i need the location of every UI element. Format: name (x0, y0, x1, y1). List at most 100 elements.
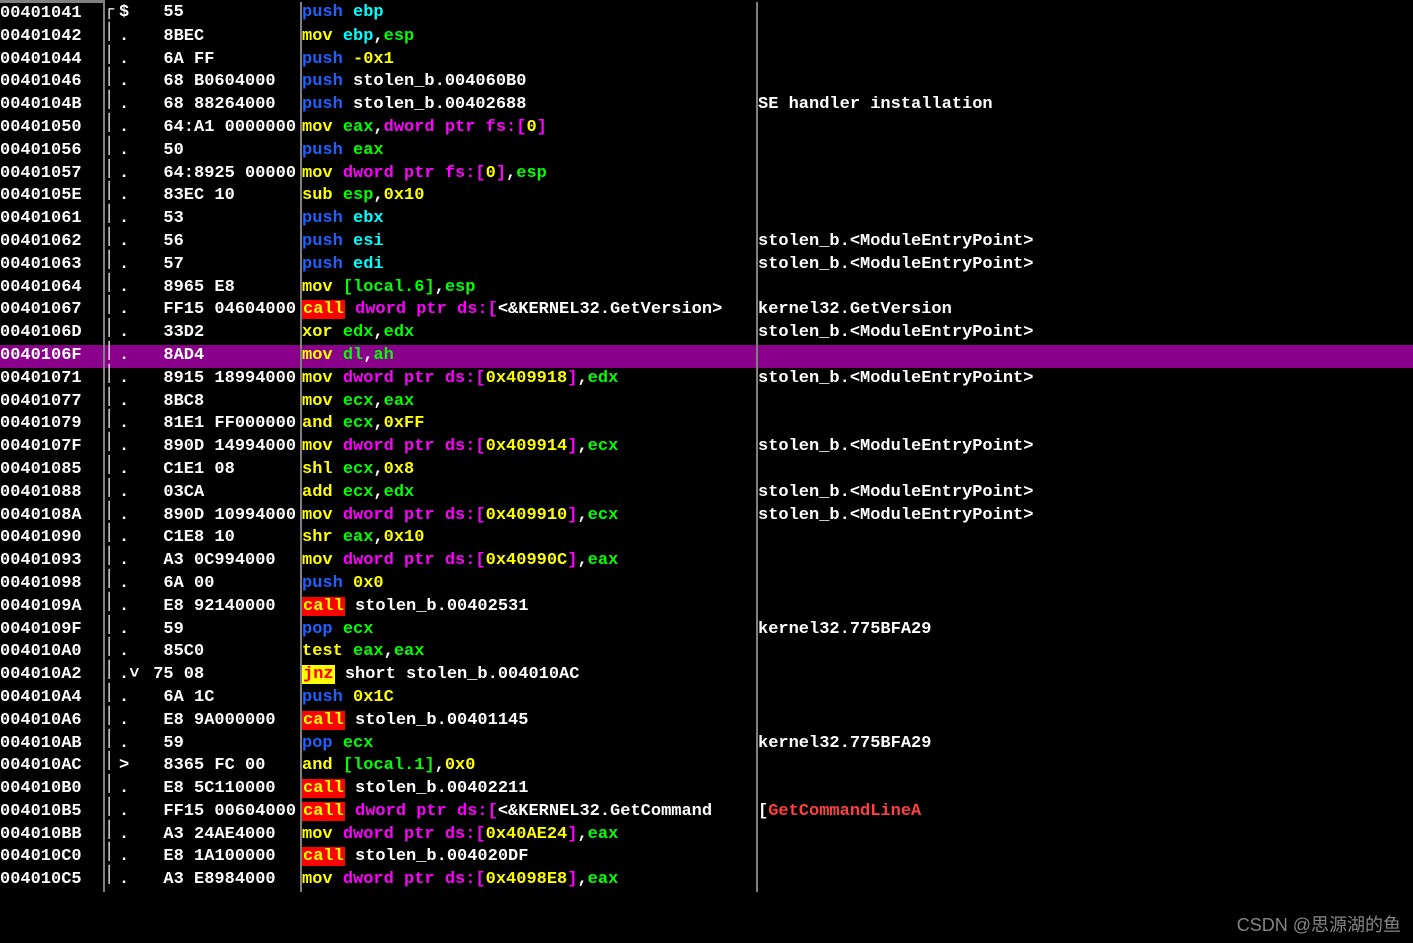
disassembly-cell[interactable]: and [local.1],0x0 (301, 755, 757, 778)
disasm-row[interactable]: 00401079│. 81E1 FF000000and ecx,0xFF (0, 413, 1413, 436)
hex-bytes-cell[interactable]: E8 1A100000 (143, 846, 301, 869)
hex-bytes-cell[interactable]: E8 92140000 (143, 596, 301, 619)
address-cell[interactable]: 0040104B (0, 94, 104, 117)
address-cell[interactable]: 004010B0 (0, 778, 104, 801)
comment-cell[interactable] (757, 140, 1413, 163)
hex-bytes-cell[interactable]: 64:A1 0000000 (143, 117, 301, 140)
hex-bytes-cell[interactable]: E8 5C110000 (143, 778, 301, 801)
disassembly-cell[interactable]: push esi (301, 231, 757, 254)
address-cell[interactable]: 004010AB (0, 733, 104, 756)
hex-bytes-cell[interactable]: 50 (143, 140, 301, 163)
address-cell[interactable]: 00401098 (0, 573, 104, 596)
address-cell[interactable]: 00401063 (0, 254, 104, 277)
comment-cell[interactable] (757, 710, 1413, 733)
address-cell[interactable]: 00401071 (0, 368, 104, 391)
disassembly-table[interactable]: 00401041┌$ 55push ebp00401042│. 8BECmov … (0, 0, 1413, 892)
address-cell[interactable]: 004010C5 (0, 869, 104, 892)
hex-bytes-cell[interactable]: 6A 00 (143, 573, 301, 596)
hex-bytes-cell[interactable]: 8BEC (143, 26, 301, 49)
address-cell[interactable]: 0040109A (0, 596, 104, 619)
disasm-row[interactable]: 0040109A│. E8 92140000call stolen_b.0040… (0, 596, 1413, 619)
disassembly-cell[interactable]: mov dword ptr ds:[0x409910],ecx (301, 505, 757, 528)
disassembly-cell[interactable]: mov dword ptr ds:[0x40AE24],eax (301, 824, 757, 847)
comment-cell[interactable] (757, 185, 1413, 208)
comment-cell[interactable] (757, 391, 1413, 414)
hex-bytes-cell[interactable]: 890D 10994000 (143, 505, 301, 528)
comment-cell[interactable] (757, 824, 1413, 847)
address-cell[interactable]: 004010BB (0, 824, 104, 847)
address-cell[interactable]: 00401088 (0, 482, 104, 505)
address-cell[interactable]: 0040106D (0, 322, 104, 345)
comment-cell[interactable] (757, 49, 1413, 72)
comment-cell[interactable]: stolen_b.<ModuleEntryPoint> (757, 231, 1413, 254)
disasm-row[interactable]: 00401071│. 8915 18994000mov dword ptr ds… (0, 368, 1413, 391)
hex-bytes-cell[interactable]: C1E1 08 (143, 459, 301, 482)
comment-cell[interactable] (757, 573, 1413, 596)
comment-cell[interactable] (757, 527, 1413, 550)
address-cell[interactable]: 004010A6 (0, 710, 104, 733)
disassembly-cell[interactable]: mov ebp,esp (301, 26, 757, 49)
disassembly-cell[interactable]: push ebx (301, 208, 757, 231)
address-cell[interactable]: 0040106F (0, 345, 104, 368)
disassembly-cell[interactable]: shl ecx,0x8 (301, 459, 757, 482)
disassembly-cell[interactable]: mov [local.6],esp (301, 277, 757, 300)
address-cell[interactable]: 00401077 (0, 391, 104, 414)
address-cell[interactable]: 0040109F (0, 619, 104, 642)
disasm-row[interactable]: 00401093│. A3 0C994000mov dword ptr ds:[… (0, 550, 1413, 573)
address-cell[interactable]: 00401061 (0, 208, 104, 231)
address-cell[interactable]: 0040105E (0, 185, 104, 208)
hex-bytes-cell[interactable]: E8 9A000000 (143, 710, 301, 733)
disassembly-cell[interactable]: shr eax,0x10 (301, 527, 757, 550)
comment-cell[interactable] (757, 26, 1413, 49)
disasm-row[interactable]: 00401062│. 56push esistolen_b.<ModuleEnt… (0, 231, 1413, 254)
comment-cell[interactable]: stolen_b.<ModuleEntryPoint> (757, 505, 1413, 528)
comment-cell[interactable] (757, 345, 1413, 368)
hex-bytes-cell[interactable]: A3 24AE4000 (143, 824, 301, 847)
comment-cell[interactable]: stolen_b.<ModuleEntryPoint> (757, 436, 1413, 459)
address-cell[interactable]: 004010C0 (0, 846, 104, 869)
hex-bytes-cell[interactable]: 85C0 (143, 641, 301, 664)
disasm-row[interactable]: 00401044│. 6A FFpush -0x1 (0, 49, 1413, 72)
disasm-row[interactable]: 00401063│. 57push edistolen_b.<ModuleEnt… (0, 254, 1413, 277)
disasm-row[interactable]: 00401042│. 8BECmov ebp,esp (0, 26, 1413, 49)
hex-bytes-cell[interactable]: 03CA (143, 482, 301, 505)
address-cell[interactable]: 004010A0 (0, 641, 104, 664)
address-cell[interactable]: 00401044 (0, 49, 104, 72)
hex-bytes-cell[interactable]: C1E8 10 (143, 527, 301, 550)
hex-bytes-cell[interactable]: 8365 FC 00 (143, 755, 301, 778)
disasm-row[interactable]: 004010A6│. E8 9A000000call stolen_b.0040… (0, 710, 1413, 733)
disassembly-cell[interactable]: mov dword ptr fs:[0],esp (301, 163, 757, 186)
hex-bytes-cell[interactable]: 75 08 (143, 664, 301, 687)
disasm-row[interactable]: 004010A2│.˅ 75 08jnz short stolen_b.0040… (0, 664, 1413, 687)
disasm-row[interactable]: 00401041┌$ 55push ebp (0, 2, 1413, 26)
disassembly-cell[interactable]: push eax (301, 140, 757, 163)
address-cell[interactable]: 00401079 (0, 413, 104, 436)
disasm-row[interactable]: 0040106D│. 33D2xor edx,edxstolen_b.<Modu… (0, 322, 1413, 345)
disassembly-cell[interactable]: call stolen_b.004020DF (301, 846, 757, 869)
hex-bytes-cell[interactable]: 59 (143, 619, 301, 642)
disassembly-cell[interactable]: mov ecx,eax (301, 391, 757, 414)
disassembly-cell[interactable]: jnz short stolen_b.004010AC (301, 664, 757, 687)
comment-cell[interactable]: kernel32.775BFA29 (757, 619, 1413, 642)
comment-cell[interactable]: stolen_b.<ModuleEntryPoint> (757, 254, 1413, 277)
disasm-row[interactable]: 004010B0│. E8 5C110000call stolen_b.0040… (0, 778, 1413, 801)
disasm-row[interactable]: 00401050│. 64:A1 0000000mov eax,dword pt… (0, 117, 1413, 140)
disasm-row[interactable]: 004010AB│. 59pop ecxkernel32.775BFA29 (0, 733, 1413, 756)
comment-cell[interactable] (757, 596, 1413, 619)
disassembly-cell[interactable]: call stolen_b.00401145 (301, 710, 757, 733)
hex-bytes-cell[interactable]: 55 (143, 2, 301, 26)
disassembly-cell[interactable]: xor edx,edx (301, 322, 757, 345)
disassembly-cell[interactable]: pop ecx (301, 733, 757, 756)
comment-cell[interactable] (757, 117, 1413, 140)
disasm-row[interactable]: 004010BB│. A3 24AE4000mov dword ptr ds:[… (0, 824, 1413, 847)
hex-bytes-cell[interactable]: 6A 1C (143, 687, 301, 710)
hex-bytes-cell[interactable]: 68 88264000 (143, 94, 301, 117)
address-cell[interactable]: 00401085 (0, 459, 104, 482)
comment-cell[interactable]: kernel32.GetVersion (757, 299, 1413, 322)
comment-cell[interactable] (757, 163, 1413, 186)
disassembly-cell[interactable]: push -0x1 (301, 49, 757, 72)
disassembly-cell[interactable]: mov dword ptr ds:[0x409914],ecx (301, 436, 757, 459)
hex-bytes-cell[interactable]: 890D 14994000 (143, 436, 301, 459)
comment-cell[interactable] (757, 869, 1413, 892)
hex-bytes-cell[interactable]: 53 (143, 208, 301, 231)
